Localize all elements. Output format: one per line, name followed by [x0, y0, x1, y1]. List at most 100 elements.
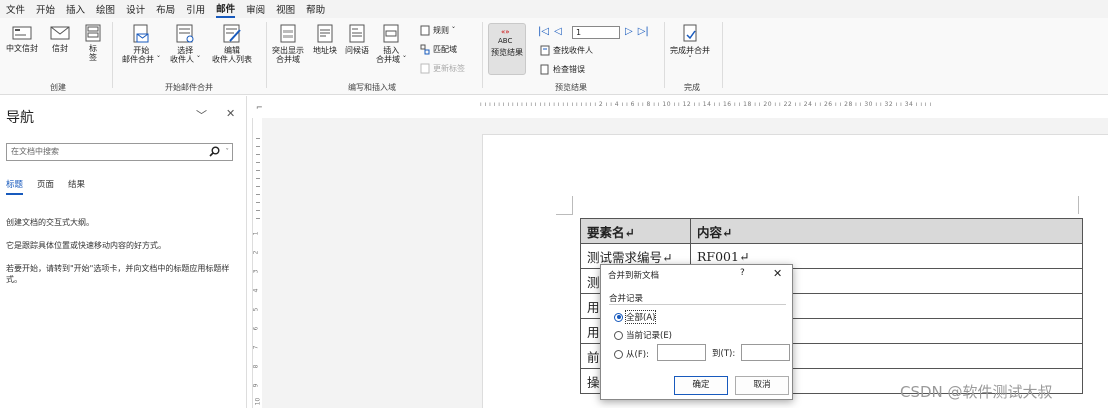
- table-row: 要素名↵ 内容↵: [580, 218, 1083, 244]
- menu-design[interactable]: 设计: [126, 2, 145, 16]
- tab-results[interactable]: 结果: [68, 178, 85, 195]
- nav-tabs: 标题 页面 结果: [6, 178, 99, 195]
- envelope-icon: [50, 26, 70, 40]
- dialog-title: 合并到新文档: [608, 271, 660, 281]
- to-input[interactable]: [741, 344, 790, 361]
- word-window: { "menu": ["文件","开始","插入","绘图","设计","布局"…: [0, 0, 1108, 408]
- match-fields-icon: [420, 44, 430, 55]
- ribbon: 中文信封 信封 标 签 创建 开始 邮件合并 ˇ 选择 收件人 ˇ 编辑 收件人…: [0, 18, 1108, 95]
- from-input[interactable]: [657, 344, 706, 361]
- insert-merge-field-button[interactable]: 插入 合并域 ˇ: [376, 24, 407, 64]
- labels-icon: [85, 24, 101, 42]
- radio-all[interactable]: 全部(A): [614, 310, 657, 324]
- search-icon[interactable]: [209, 146, 220, 157]
- menu-help[interactable]: 帮助: [306, 2, 325, 16]
- group-divider: [609, 304, 786, 305]
- select-recipients-button[interactable]: 选择 收件人 ˇ: [170, 24, 201, 64]
- preview-abc-icon: «»ABC: [498, 28, 512, 45]
- start-mail-merge-button[interactable]: 开始 邮件合并 ˇ: [122, 24, 161, 64]
- update-labels-button[interactable]: 更新标签: [420, 63, 465, 74]
- record-number-input[interactable]: 1: [572, 26, 620, 39]
- find-recipient-button[interactable]: 查找收件人: [540, 45, 593, 56]
- find-recipient-icon: [540, 45, 550, 56]
- check-errors-icon: [540, 64, 549, 75]
- crop-mark: [1078, 196, 1079, 214]
- svg-text:«»: «»: [501, 28, 510, 36]
- horizontal-ruler[interactable]: ı ı ı ı ı ı ı ı ı ı ı ı ı ı ı ı ı ı ı ı …: [480, 99, 1108, 113]
- menu-layout[interactable]: 布局: [156, 2, 175, 16]
- group-label-finish: 完成: [684, 83, 700, 92]
- nav-help-text: 若要开始，请转到"开始"选项卡，并向文档中的标题应用标题样式。: [6, 264, 230, 284]
- radio-icon: [614, 349, 623, 359]
- first-record-icon[interactable]: |◁: [538, 26, 549, 37]
- menu-review[interactable]: 审阅: [246, 2, 265, 16]
- select-recipients-icon: [176, 24, 194, 43]
- group-separator: [112, 22, 113, 88]
- nav-help-text: 创建文档的交互式大纲。: [6, 218, 94, 227]
- address-block-icon: [317, 24, 333, 43]
- menu-insert[interactable]: 插入: [66, 2, 85, 16]
- cancel-button[interactable]: 取消: [735, 376, 789, 395]
- highlight-merge-fields-button[interactable]: 突出显示 合并域: [272, 24, 304, 64]
- insert-field-icon: [383, 24, 399, 43]
- nav-title: 导航: [6, 110, 34, 126]
- radio-icon: [614, 330, 623, 340]
- finish-merge-icon: [683, 24, 697, 42]
- edit-recipient-list-button[interactable]: 编辑 收件人列表: [212, 24, 252, 64]
- labels-button[interactable]: 标 签: [84, 24, 102, 62]
- group-label-create: 创建: [50, 83, 66, 92]
- check-errors-button[interactable]: 检查错误: [540, 64, 585, 75]
- group-separator: [482, 22, 483, 88]
- vertical-ruler[interactable]: 1 2 3 4 5 6 7 8 9 10: [252, 118, 262, 408]
- menu-references[interactable]: 引用: [186, 2, 205, 16]
- envelope-button[interactable]: 信封: [50, 24, 70, 53]
- rules-button[interactable]: 规则 ˇ: [420, 25, 456, 36]
- menu-view[interactable]: 视图: [276, 2, 295, 16]
- chevron-down-icon[interactable]: ˇ: [226, 144, 230, 160]
- group-separator: [266, 22, 267, 88]
- nav-help-text: 它是跟踪具体位置或快速移动内容的好方式。: [6, 241, 166, 250]
- close-icon[interactable]: ✕: [226, 107, 235, 120]
- chinese-envelope-button[interactable]: 中文信封: [6, 24, 38, 53]
- group-label-preview: 预览结果: [555, 83, 587, 92]
- match-fields-button[interactable]: 匹配域: [420, 44, 457, 55]
- tab-headings[interactable]: 标题: [6, 178, 24, 195]
- radio-selected-icon: [614, 312, 623, 322]
- table-cell[interactable]: 内容↵: [690, 218, 1083, 244]
- svg-text:ABC: ABC: [498, 37, 512, 45]
- tab-selector[interactable]: ⌐: [256, 103, 263, 112]
- nav-search-input[interactable]: 在文档中搜索 ˇ: [6, 143, 233, 161]
- merge-to-new-document-dialog: 合并到新文档 ? ✕ 合并记录 全部(A) 当前记录(E) 从(F): 到(T)…: [600, 264, 793, 400]
- navigation-pane: 导航 ﹀ ✕ 在文档中搜索 ˇ 标题 页面 结果 创建文档的交互式大纲。 它是跟…: [0, 96, 247, 408]
- greeting-line-icon: [349, 24, 365, 43]
- menu-mailings[interactable]: 邮件: [216, 1, 236, 18]
- group-separator: [664, 22, 665, 88]
- start-merge-icon: [133, 24, 149, 43]
- record-nav-forward: ▷ ▷|: [625, 26, 649, 37]
- rules-icon: [420, 25, 430, 36]
- last-record-icon[interactable]: ▷|: [638, 26, 649, 37]
- tab-pages[interactable]: 页面: [37, 178, 54, 195]
- radio-current-record[interactable]: 当前记录(E): [614, 329, 672, 341]
- radio-from[interactable]: 从(F):: [614, 348, 649, 360]
- next-record-icon[interactable]: ▷: [625, 26, 633, 37]
- chinese-envelope-icon: [12, 26, 32, 40]
- record-nav: |◁ ◁: [538, 26, 562, 37]
- update-labels-icon: [420, 63, 430, 74]
- table-cell[interactable]: 要素名↵: [580, 218, 691, 244]
- close-icon[interactable]: ✕: [773, 267, 782, 280]
- menu-home[interactable]: 开始: [36, 2, 55, 16]
- address-block-button[interactable]: 地址块: [313, 24, 337, 55]
- to-label: 到(T):: [712, 349, 736, 359]
- prev-record-icon[interactable]: ◁: [554, 26, 562, 37]
- merge-records-group-label: 合并记录: [609, 294, 644, 304]
- crop-mark: [556, 214, 573, 215]
- menu-file[interactable]: 文件: [6, 2, 25, 16]
- preview-results-button[interactable]: «» ABC 预览结果: [488, 26, 526, 57]
- chevron-down-icon[interactable]: ﹀: [196, 107, 207, 123]
- menu-draw[interactable]: 绘图: [96, 2, 115, 16]
- finish-merge-button[interactable]: 完成并合并 ˇ: [670, 24, 710, 64]
- help-icon[interactable]: ?: [740, 268, 745, 278]
- greeting-line-button[interactable]: 问候语: [345, 24, 369, 55]
- ok-button[interactable]: 确定: [674, 376, 728, 395]
